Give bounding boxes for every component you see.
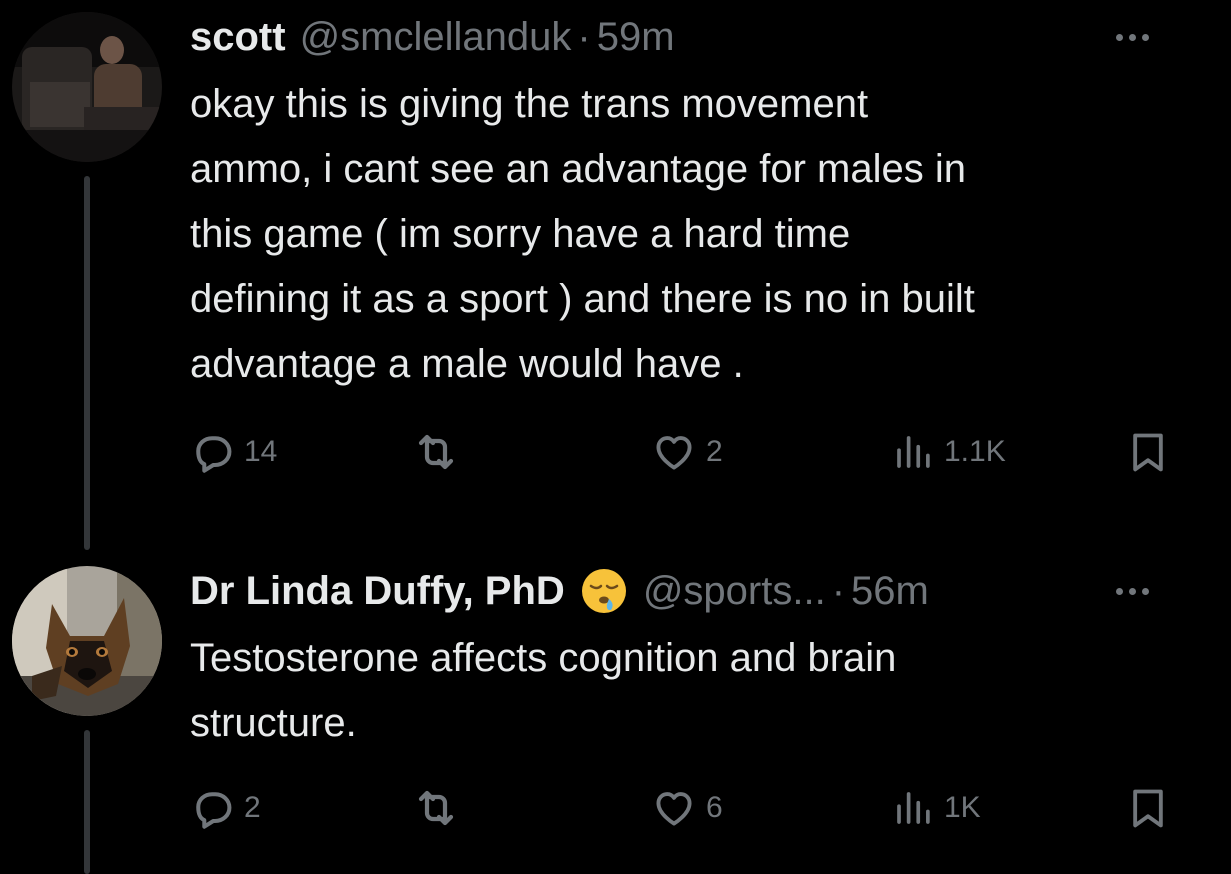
reply-button[interactable]: 2 xyxy=(190,780,261,836)
avatar-image xyxy=(12,566,162,716)
views-icon xyxy=(897,436,930,468)
reply-icon xyxy=(196,436,232,473)
views-button[interactable]: 1K xyxy=(892,780,981,836)
user-handle[interactable]: @smclellanduk xyxy=(300,12,572,62)
tweet-text-line: this game ( im sorry have a hard time xyxy=(190,212,851,256)
retweet-button[interactable] xyxy=(412,424,460,480)
avatar-image xyxy=(12,12,162,162)
thread-line xyxy=(84,730,90,874)
thread-line xyxy=(84,176,90,550)
reply-icon xyxy=(196,792,232,829)
tweet-text: okay this is giving the trans movement a… xyxy=(190,72,1201,397)
display-name[interactable]: Dr Linda Duffy, PhD xyxy=(190,566,565,616)
timestamp[interactable]: 56m xyxy=(851,566,929,616)
like-button[interactable]: 6 xyxy=(652,780,723,836)
tweet-text: Testosterone affects cognition and brain… xyxy=(190,626,1201,756)
avatar[interactable] xyxy=(12,12,162,162)
tweet-header: Dr Linda Duffy, PhD @sports... · 56m xyxy=(190,566,1191,616)
tweet-text-line: defining it as a sport ) and there is no… xyxy=(190,277,975,321)
retweet-icon xyxy=(418,790,454,826)
reply-count: 14 xyxy=(244,435,278,468)
bookmark-icon xyxy=(1133,433,1163,472)
retweet-button[interactable] xyxy=(412,780,460,836)
reply-count: 2 xyxy=(244,791,261,824)
tweet-text-line: Testosterone affects cognition and brain xyxy=(190,636,897,680)
heart-icon xyxy=(656,436,692,470)
tweet-text-line: ammo, i cant see an advantage for males … xyxy=(190,147,966,191)
retweet-icon xyxy=(418,434,454,470)
bookmark-button[interactable] xyxy=(1126,424,1170,480)
reply-button[interactable]: 14 xyxy=(190,424,277,480)
tweet[interactable]: scott @smclellanduk · 59m okay this is g… xyxy=(0,0,1231,560)
views-icon xyxy=(897,792,930,824)
views-button[interactable]: 1.1K xyxy=(892,424,1006,480)
tweet-text-line: okay this is giving the trans movement xyxy=(190,82,869,126)
tweet[interactable]: Dr Linda Duffy, PhD @sports... · 56m Tes… xyxy=(0,560,1231,874)
bookmark-icon xyxy=(1133,789,1163,828)
action-bar: 2 6 1K xyxy=(190,780,1180,836)
user-handle[interactable]: @sports... xyxy=(643,566,826,616)
more-icon[interactable] xyxy=(1116,587,1149,595)
separator: · xyxy=(577,15,591,59)
tweet-text-line: structure. xyxy=(190,701,357,745)
views-count: 1.1K xyxy=(944,435,1006,468)
tweet-text-line: advantage a male would have . xyxy=(190,342,744,386)
bookmark-button[interactable] xyxy=(1126,780,1170,836)
action-bar: 14 2 1.1K xyxy=(190,424,1180,480)
avatar[interactable] xyxy=(12,566,162,716)
sleepy-face-emoji-icon xyxy=(581,569,626,613)
heart-icon xyxy=(656,792,692,826)
like-count: 6 xyxy=(706,791,723,824)
display-name[interactable]: scott xyxy=(190,12,286,62)
separator: · xyxy=(831,569,846,613)
more-icon[interactable] xyxy=(1116,33,1149,41)
like-button[interactable]: 2 xyxy=(652,424,723,480)
views-count: 1K xyxy=(944,791,981,824)
timestamp[interactable]: 59m xyxy=(597,12,675,62)
like-count: 2 xyxy=(706,435,723,468)
tweet-header: scott @smclellanduk · 59m xyxy=(190,12,1191,62)
